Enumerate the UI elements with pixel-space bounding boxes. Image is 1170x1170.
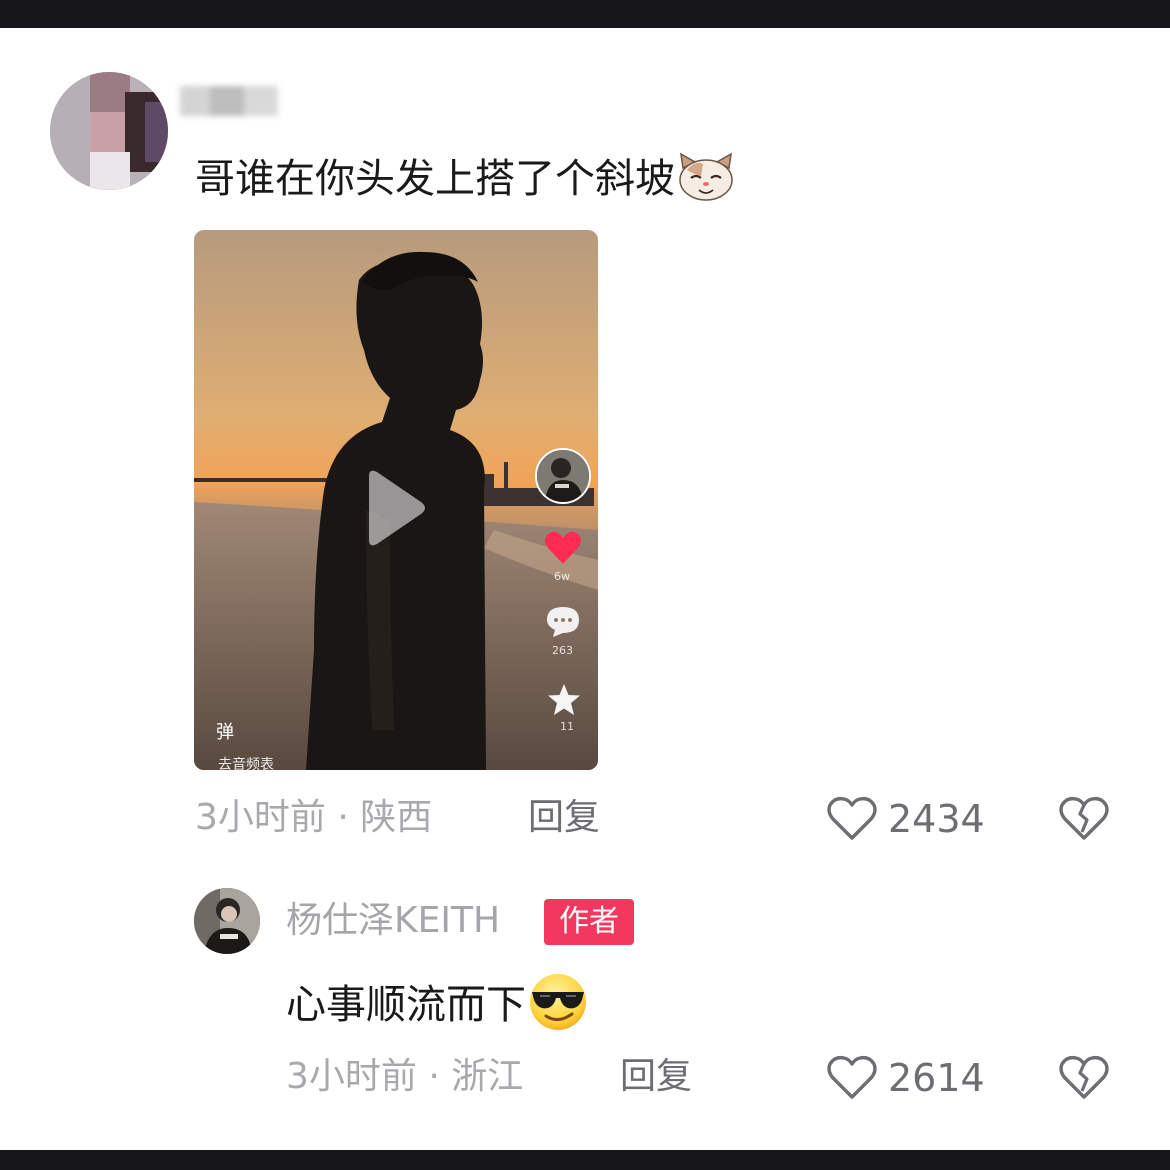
- bottom-bar: [0, 1150, 1170, 1170]
- meta-separator: ·: [416, 1056, 452, 1097]
- play-icon[interactable]: [359, 468, 429, 548]
- video-like-count: 6w: [554, 570, 570, 583]
- comment-meta: 3小时前 · 陕西: [195, 796, 432, 840]
- author-name[interactable]: 杨仕泽KEITH: [286, 898, 500, 944]
- video-thumbnail[interactable]: 6w 263 11 弹 去音频表: [194, 230, 598, 770]
- video-author-avatar[interactable]: [535, 448, 591, 504]
- sunglasses-emoji-icon: [526, 970, 590, 1032]
- author-avatar[interactable]: [194, 888, 260, 954]
- comment-text-content: 哥谁在你头发上搭了个斜坡: [195, 156, 675, 202]
- comment-like-count: 2434: [888, 797, 985, 841]
- reply-text: 心事顺流而下: [286, 970, 590, 1033]
- video-music-label: 去音频表: [218, 757, 274, 770]
- commenter-avatar[interactable]: [50, 72, 168, 190]
- video-comment-count: 263: [552, 644, 573, 657]
- reply-like-button[interactable]: 2614: [826, 1055, 985, 1101]
- comment-like-button[interactable]: 2434: [826, 796, 985, 842]
- broken-heart-dislike-icon[interactable]: [1058, 1055, 1110, 1101]
- comment-reply-button[interactable]: 回复: [528, 796, 600, 840]
- commenter-name-blurred: [180, 80, 290, 124]
- danmu-toggle[interactable]: 弹: [216, 718, 234, 744]
- video-favorite-count: 11: [560, 720, 574, 733]
- reply-meta: 3小时前 · 浙江: [286, 1055, 523, 1099]
- top-status-bar: [0, 0, 1170, 28]
- comment-location: 陕西: [360, 797, 433, 838]
- cat-emoji-icon: [677, 150, 735, 202]
- reply-location: 浙江: [451, 1056, 524, 1097]
- meta-separator: ·: [325, 797, 361, 838]
- reply-text-content: 心事顺流而下: [286, 982, 526, 1028]
- comment-text: 哥谁在你头发上搭了个斜坡: [195, 150, 735, 207]
- reply-like-count: 2614: [888, 1056, 985, 1100]
- heart-outline-icon: [827, 1055, 877, 1099]
- reply-time: 3小时前: [286, 1056, 417, 1097]
- video-favorite-star-icon[interactable]: [546, 682, 582, 718]
- reply-reply-button[interactable]: 回复: [620, 1055, 692, 1099]
- heart-outline-icon: [827, 796, 877, 840]
- video-comment-icon[interactable]: [545, 605, 581, 639]
- author-badge: 作者: [544, 899, 634, 945]
- comment-time: 3小时前: [195, 797, 326, 838]
- video-like-heart-icon[interactable]: [544, 530, 582, 566]
- broken-heart-dislike-icon[interactable]: [1058, 796, 1110, 842]
